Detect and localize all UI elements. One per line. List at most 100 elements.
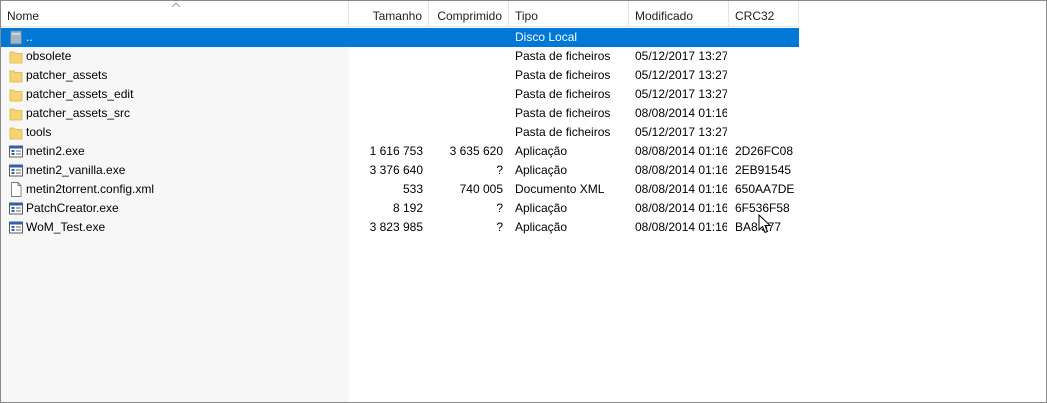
row-size [349,47,423,66]
table-row[interactable]: patcher_assets_edit Pasta de ficheiros 05/… [1,85,799,104]
row-size: 3 376 640 [369,163,423,177]
table-row[interactable]: metin2torrent.config.xml 533 740 005 Docume… [1,180,799,199]
row-type: Aplicação [515,220,568,234]
document-icon [11,182,22,197]
row-type: Aplicação [515,144,568,158]
column-header: Nome Tamanho Comprimido Tipo Modificado … [1,1,1046,26]
row-type: Pasta de ficheiros [515,125,611,139]
row-modified: 05/12/2017 13:27 [635,49,727,63]
exe-icon [9,221,23,234]
header-crc-label: CRC32 [735,9,775,23]
row-crc [735,66,797,85]
drive-up-icon [10,30,22,45]
row-size: 3 823 985 [369,220,423,234]
header-compressed-label: Comprimido [437,9,502,23]
row-crc [735,47,797,66]
table-row[interactable]: metin2.exe 1 616 753 3 635 620 Aplicação 08/… [1,142,799,161]
file-list-window: Nome Tamanho Comprimido Tipo Modificado … [0,0,1047,403]
row-compressed: ? [496,201,503,215]
folder-icon [9,51,23,64]
row-size [349,104,423,123]
header-type-label: Tipo [515,9,538,23]
row-compressed [429,47,503,66]
row-type: Pasta de ficheiros [515,49,611,63]
row-type: Aplicação [515,201,568,215]
row-size [349,28,423,47]
row-crc: 650AA7DE [735,182,795,196]
row-modified: 05/12/2017 13:27 [635,68,727,82]
header-modified[interactable]: Modificado [629,1,729,26]
header-compressed[interactable]: Comprimido [429,1,509,26]
folder-icon [9,108,23,121]
table-row[interactable]: tools Pasta de ficheiros 05/12/2017 13:27 [1,123,799,142]
row-name: patcher_assets [26,68,108,82]
row-modified: 08/08/2014 01:16 [635,220,727,234]
folder-icon [9,127,23,140]
row-compressed: ? [496,163,503,177]
row-compressed [429,123,503,142]
row-crc: 2D26FC08 [735,144,794,158]
row-crc [735,28,797,47]
row-name: tools [26,125,52,139]
row-crc [735,104,797,123]
table-row[interactable]: .. Disco Local [1,28,799,47]
header-name-label: Nome [7,9,40,23]
row-size [349,123,423,142]
row-name: metin2torrent.config.xml [26,182,155,196]
row-name: patcher_assets_edit [26,87,134,101]
mouse-cursor-icon [758,214,772,234]
row-modified: 05/12/2017 13:27 [635,87,727,101]
row-compressed: 740 005 [459,182,503,196]
folder-icon [9,70,23,83]
header-size-label: Tamanho [372,9,422,23]
row-modified: 08/08/2014 01:16 [635,106,727,120]
table-row[interactable]: WoM_Test.exe 3 823 985? Aplicação 08/08/201… [1,218,799,237]
row-modified: 08/08/2014 01:16 [635,144,727,158]
row-modified: 08/08/2014 01:16 [635,163,727,177]
row-compressed [429,28,503,47]
row-crc [735,85,797,104]
row-compressed [429,66,503,85]
row-type: Aplicação [515,163,568,177]
header-size[interactable]: Tamanho [349,1,429,26]
row-crc: 2EB91545 [735,163,792,177]
row-type: Pasta de ficheiros [515,87,611,101]
header-crc[interactable]: CRC32 [729,1,799,26]
row-crc [735,123,797,142]
row-type: Pasta de ficheiros [515,68,611,82]
row-modified [635,28,727,47]
row-type: Pasta de ficheiros [515,106,611,120]
row-name: obsolete [26,49,72,63]
row-size [349,66,423,85]
row-size: 1 616 753 [369,144,423,158]
row-modified: 08/08/2014 01:16 [635,201,727,215]
table-row[interactable]: patcher_assets_src Pasta de ficheiros 08/0… [1,104,799,123]
header-modified-label: Modificado [635,9,694,23]
row-type: Documento XML [515,182,605,196]
row-name: .. [26,30,33,44]
row-compressed [429,85,503,104]
header-type[interactable]: Tipo [509,1,629,26]
row-name: patcher_assets_src [26,106,131,120]
row-size: 533 [402,182,423,196]
table-row[interactable]: obsolete Pasta de ficheiros 05/12/2017 13:… [1,47,799,66]
row-compressed: ? [496,220,503,234]
header-divider [1,26,799,27]
row-name: metin2.exe [26,144,85,158]
row-size: 8 192 [392,201,423,215]
table-row[interactable]: metin2_vanilla.exe 3 376 640? Aplicação 08/… [1,161,799,180]
row-modified: 05/12/2017 13:27 [635,125,727,139]
row-compressed [429,104,503,123]
row-modified: 08/08/2014 01:16 [635,182,727,196]
row-name: WoM_Test.exe [26,220,106,234]
row-compressed: 3 635 620 [449,144,503,158]
folder-icon [9,89,23,102]
table-row[interactable]: PatchCreator.exe 8 192? Aplicação 08/08/201… [1,199,799,218]
table-row[interactable]: patcher_assets Pasta de ficheiros 05/12/20… [1,66,799,85]
exe-icon [9,164,23,177]
row-name: PatchCreator.exe [26,201,119,215]
row-size [349,85,423,104]
exe-icon [9,145,23,158]
row-name: metin2_vanilla.exe [26,163,126,177]
sort-ascending-icon [171,2,181,8]
